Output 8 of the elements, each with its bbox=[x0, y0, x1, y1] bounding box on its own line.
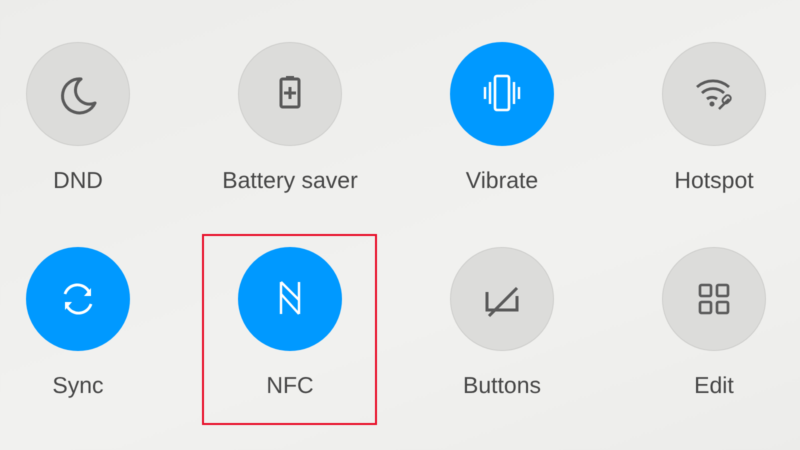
tile-label: Battery saver bbox=[222, 166, 358, 194]
tile-label: Sync bbox=[52, 371, 104, 399]
tile-label: Hotspot bbox=[674, 166, 754, 194]
tile-label: Edit bbox=[694, 371, 734, 399]
tile-label: NFC bbox=[266, 371, 314, 399]
tile-label: DND bbox=[53, 166, 103, 194]
tile-label: Buttons bbox=[463, 371, 541, 399]
tile-label: Vibrate bbox=[466, 166, 538, 194]
